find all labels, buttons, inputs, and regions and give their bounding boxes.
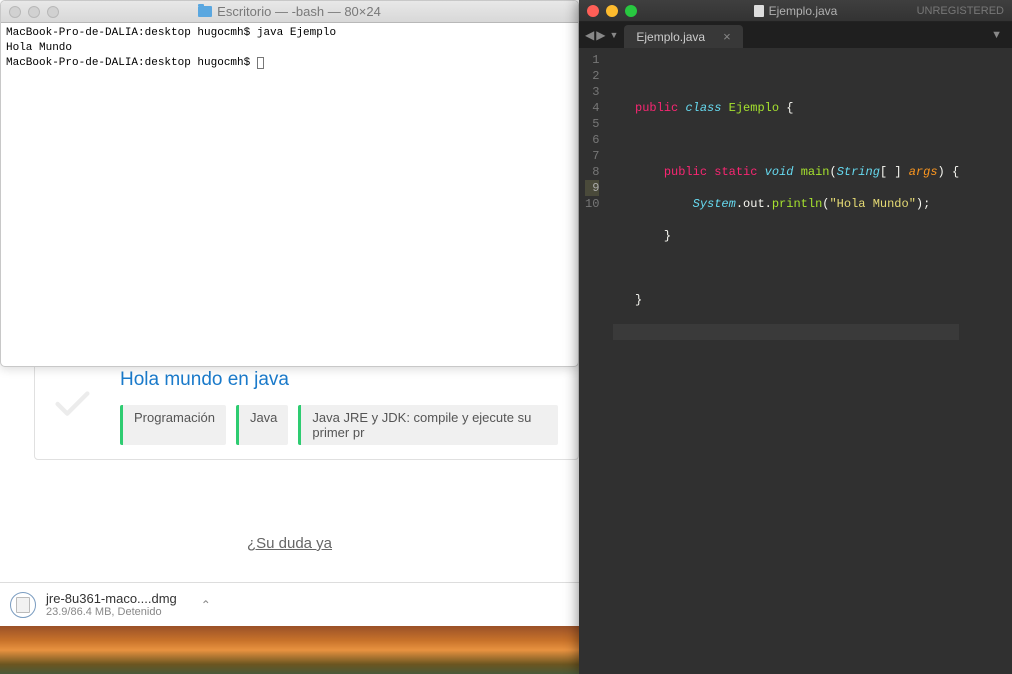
forum-card-title[interactable]: Hola mundo en java (120, 369, 558, 391)
code-area[interactable]: public class Ejemplo { public static voi… (607, 48, 959, 674)
terminal-body[interactable]: MacBook-Pro-de-DALIA:desktop hugocmh$ ja… (1, 23, 578, 74)
minimap-toggle-icon[interactable]: ▼ (981, 22, 1012, 48)
terminal-titlebar[interactable]: Escritorio — -bash — 80×24 (1, 1, 578, 23)
file-icon (754, 5, 764, 17)
terminal-cursor (257, 57, 264, 69)
line-gutter: 1 2 3 4 5 6 7 8 9 10 (579, 48, 607, 674)
chevron-up-icon[interactable]: ⌃ (201, 598, 211, 612)
terminal-line: MacBook-Pro-de-DALIA:desktop hugocmh$ (6, 57, 257, 69)
nav-arrows[interactable]: ◀ ▶ ▼ (579, 22, 624, 48)
terminal-title: Escritorio — -bash — 80×24 (1, 4, 578, 19)
tag-row: Programación Java Java JRE y JDK: compil… (120, 405, 558, 445)
desktop-wallpaper (0, 626, 579, 674)
history-dropdown-icon[interactable]: ▼ (609, 30, 618, 40)
tag-programacion[interactable]: Programación (120, 405, 226, 445)
terminal-line: MacBook-Pro-de-DALIA:desktop hugocmh$ ja… (6, 27, 336, 39)
download-filename: jre-8u361-maco....dmg (46, 591, 177, 606)
download-item[interactable]: jre-8u361-maco....dmg 23.9/86.4 MB, Dete… (10, 591, 211, 618)
unregistered-label: UNREGISTERED (917, 5, 1004, 17)
sublime-window: Ejemplo.java UNREGISTERED ◀ ▶ ▼ Ejemplo.… (579, 0, 1012, 674)
checkmark-icon (55, 390, 90, 418)
back-icon[interactable]: ◀ (585, 28, 594, 42)
tab-close-icon[interactable]: × (723, 29, 731, 44)
download-file-icon (10, 592, 36, 618)
download-status: 23.9/86.4 MB, Detenido (46, 606, 177, 618)
folder-icon (198, 6, 212, 17)
tag-java[interactable]: Java (236, 405, 288, 445)
forward-icon[interactable]: ▶ (596, 28, 605, 42)
sublime-tabbar: ◀ ▶ ▼ Ejemplo.java × ▼ (579, 22, 1012, 48)
terminal-window: Escritorio — -bash — 80×24 MacBook-Pro-d… (0, 0, 579, 367)
tab-ejemplo[interactable]: Ejemplo.java × (624, 25, 742, 48)
sublime-titlebar[interactable]: Ejemplo.java UNREGISTERED (579, 0, 1012, 22)
tag-jre-jdk[interactable]: Java JRE y JDK: compile y ejecute su pri… (298, 405, 558, 445)
download-bar: jre-8u361-maco....dmg 23.9/86.4 MB, Dete… (0, 582, 579, 626)
tab-label: Ejemplo.java (636, 30, 705, 44)
editor-area[interactable]: 1 2 3 4 5 6 7 8 9 10 public class Ejempl… (579, 48, 1012, 674)
terminal-line: Hola Mundo (6, 42, 72, 54)
faq-link[interactable]: ¿Su duda ya (0, 535, 579, 552)
